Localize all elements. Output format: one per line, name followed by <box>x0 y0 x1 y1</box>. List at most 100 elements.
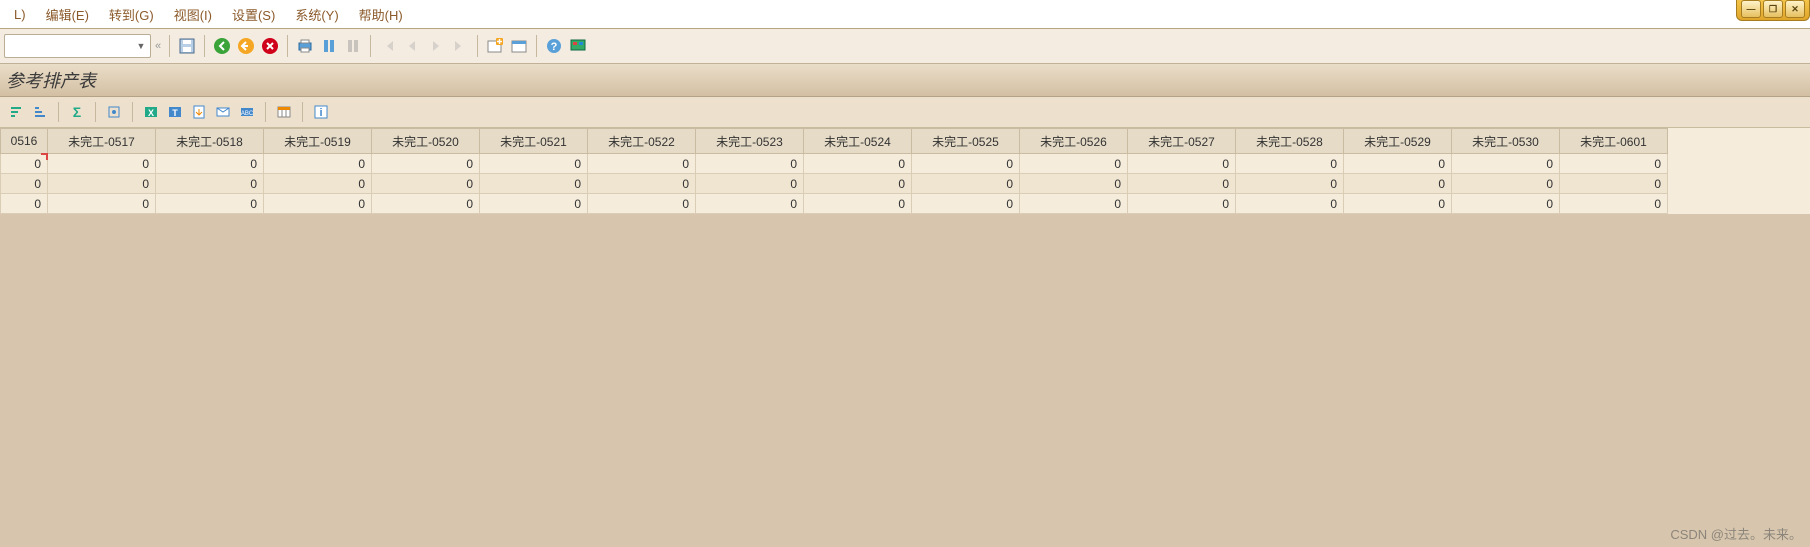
cell[interactable]: 0 <box>156 194 264 214</box>
menu-item-edit[interactable]: 编辑(E) <box>36 1 99 28</box>
customize-icon[interactable] <box>567 35 589 57</box>
cell[interactable]: 0 <box>588 154 696 174</box>
find-icon[interactable] <box>318 35 340 57</box>
cell[interactable]: 0 <box>1344 174 1452 194</box>
table-row[interactable]: 0000000000000000 <box>1 154 1668 174</box>
menu-item-goto[interactable]: 转到(G) <box>99 1 164 28</box>
cell[interactable]: 0 <box>372 154 480 174</box>
cell[interactable]: 0 <box>156 154 264 174</box>
layout-icon[interactable] <box>274 102 294 122</box>
cell[interactable]: 0 <box>480 174 588 194</box>
column-header[interactable]: 未完工-0521 <box>480 129 588 154</box>
cell[interactable]: 0 <box>156 174 264 194</box>
cell[interactable]: 0 <box>264 154 372 174</box>
collapse-chevron-icon[interactable]: « <box>153 40 163 52</box>
dropdown-arrow-icon[interactable]: ▼ <box>132 35 150 57</box>
cell[interactable]: 0 <box>1128 174 1236 194</box>
cell[interactable]: 0 <box>696 174 804 194</box>
table-row[interactable]: 0000000000000000 <box>1 194 1668 214</box>
minimize-button[interactable]: — <box>1741 0 1761 18</box>
cell[interactable]: 0 <box>1 154 48 174</box>
table-row[interactable]: 0000000000000000 <box>1 174 1668 194</box>
cell[interactable]: 0 <box>1020 194 1128 214</box>
close-button[interactable]: ✕ <box>1785 0 1805 18</box>
menu-item-view[interactable]: 视图(I) <box>164 1 222 28</box>
cell[interactable]: 0 <box>1452 174 1560 194</box>
cell[interactable]: 0 <box>1452 154 1560 174</box>
column-header[interactable]: 未完工-0529 <box>1344 129 1452 154</box>
column-header[interactable]: 未完工-0601 <box>1560 129 1668 154</box>
save-icon[interactable] <box>176 35 198 57</box>
print-icon[interactable] <box>294 35 316 57</box>
cell[interactable]: 0 <box>588 174 696 194</box>
cell[interactable]: 0 <box>912 154 1020 174</box>
menu-item-help[interactable]: 帮助(H) <box>349 1 413 28</box>
cell[interactable]: 0 <box>372 194 480 214</box>
cell[interactable]: 0 <box>804 194 912 214</box>
cell[interactable]: 0 <box>588 194 696 214</box>
last-page-icon[interactable] <box>449 35 471 57</box>
excel-icon[interactable]: X <box>141 102 161 122</box>
column-header[interactable]: 未完工-0519 <box>264 129 372 154</box>
cell[interactable]: 0 <box>1128 194 1236 214</box>
cell[interactable]: 0 <box>48 194 156 214</box>
cell[interactable]: 0 <box>480 154 588 174</box>
command-field[interactable]: ▼ <box>4 34 151 58</box>
back-icon[interactable] <box>211 35 233 57</box>
cell[interactable]: 0 <box>912 194 1020 214</box>
export-icon[interactable] <box>104 102 124 122</box>
cell[interactable]: 0 <box>1560 174 1668 194</box>
column-header[interactable]: 未完工-0518 <box>156 129 264 154</box>
cell[interactable]: 0 <box>1020 174 1128 194</box>
cell[interactable]: 0 <box>696 154 804 174</box>
info-icon[interactable]: i <box>311 102 331 122</box>
cancel-icon[interactable] <box>259 35 281 57</box>
cell[interactable]: 0 <box>264 174 372 194</box>
column-header[interactable]: 未完工-0530 <box>1452 129 1560 154</box>
cell[interactable]: 0 <box>480 194 588 214</box>
cell[interactable]: 0 <box>1020 154 1128 174</box>
cell[interactable]: 0 <box>1236 154 1344 174</box>
cell[interactable]: 0 <box>1236 174 1344 194</box>
column-header[interactable]: 未完工-0520 <box>372 129 480 154</box>
local-file-icon[interactable] <box>189 102 209 122</box>
word-icon[interactable]: T <box>165 102 185 122</box>
cell[interactable]: 0 <box>48 174 156 194</box>
menu-item-l[interactable]: L) <box>4 3 36 26</box>
next-page-icon[interactable] <box>425 35 447 57</box>
cell[interactable]: 0 <box>48 154 156 174</box>
cell[interactable]: 0 <box>1 174 48 194</box>
cell[interactable]: 0 <box>1560 154 1668 174</box>
first-page-icon[interactable] <box>377 35 399 57</box>
sum-icon[interactable]: Σ <box>67 102 87 122</box>
column-header[interactable]: 未完工-0526 <box>1020 129 1128 154</box>
cell[interactable]: 0 <box>1560 194 1668 214</box>
new-session-icon[interactable] <box>484 35 506 57</box>
column-header[interactable]: 未完工-0527 <box>1128 129 1236 154</box>
help-icon[interactable]: ? <box>543 35 565 57</box>
cell[interactable]: 0 <box>264 194 372 214</box>
cell[interactable]: 0 <box>804 174 912 194</box>
cell[interactable]: 0 <box>372 174 480 194</box>
prev-page-icon[interactable] <box>401 35 423 57</box>
column-header[interactable]: 未完工-0523 <box>696 129 804 154</box>
column-header[interactable]: 未完工-0528 <box>1236 129 1344 154</box>
cell[interactable]: 0 <box>1344 194 1452 214</box>
cell[interactable]: 0 <box>1 194 48 214</box>
column-header[interactable]: 未完工-0524 <box>804 129 912 154</box>
cell[interactable]: 0 <box>1236 194 1344 214</box>
cell[interactable]: 0 <box>696 194 804 214</box>
column-header[interactable]: 未完工-0522 <box>588 129 696 154</box>
column-header[interactable]: 未完工-0525 <box>912 129 1020 154</box>
exit-icon[interactable] <box>235 35 257 57</box>
mail-icon[interactable] <box>213 102 233 122</box>
data-grid[interactable]: 0516未完工-0517未完工-0518未完工-0519未完工-0520未完工-… <box>0 128 1810 214</box>
sort-desc-icon[interactable] <box>30 102 50 122</box>
cell[interactable]: 0 <box>1344 154 1452 174</box>
menu-item-settings[interactable]: 设置(S) <box>222 1 285 28</box>
create-shortcut-icon[interactable] <box>508 35 530 57</box>
sort-asc-icon[interactable] <box>6 102 26 122</box>
maximize-button[interactable]: ❐ <box>1763 0 1783 18</box>
menu-item-system[interactable]: 系统(Y) <box>285 1 348 28</box>
cell[interactable]: 0 <box>912 174 1020 194</box>
